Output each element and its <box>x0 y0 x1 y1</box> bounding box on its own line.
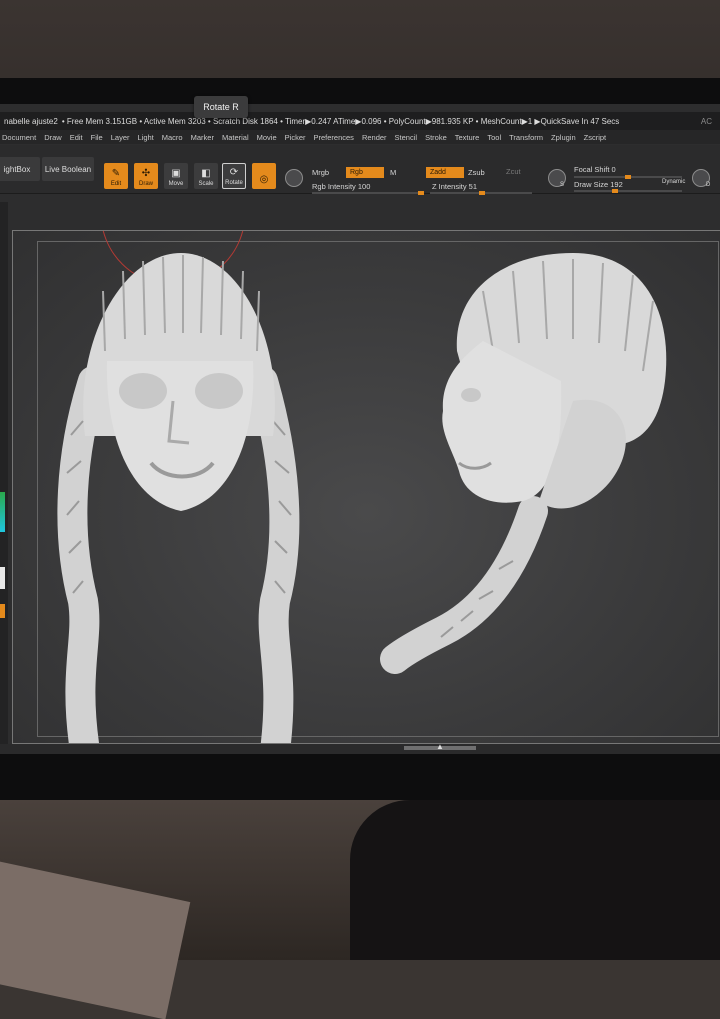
front-head-sculpt <box>57 253 300 743</box>
left-shelf <box>0 202 8 754</box>
z-intensity-knob[interactable] <box>479 191 486 195</box>
rotate-tooltip: Rotate R <box>194 96 248 118</box>
rgb-intensity-knob[interactable] <box>418 191 424 195</box>
move-label: Move <box>168 181 184 187</box>
bottom-bar <box>0 744 720 754</box>
rotate-icon: ⟳ <box>229 167 239 178</box>
title-corner-label: AC <box>700 116 712 126</box>
menu-item-light[interactable]: Light <box>138 133 154 142</box>
move-button[interactable]: ▣ Move <box>164 163 188 189</box>
draw-label: Draw <box>138 181 153 187</box>
menu-item-transform[interactable]: Transform <box>509 133 543 142</box>
rotate-label: Rotate <box>225 180 243 186</box>
dynamic-toggle[interactable]: Dynamic <box>662 179 685 185</box>
focal-shift-slider[interactable] <box>574 175 682 179</box>
scale-icon: ◧ <box>201 168 211 179</box>
material-sphere-button[interactable]: ◎ <box>252 163 276 189</box>
z-intensity-label: Z Intensity 51 <box>432 182 478 191</box>
menu-item-file[interactable]: File <box>91 133 103 142</box>
move-icon: ▣ <box>171 168 181 179</box>
main-color-swatch[interactable] <box>0 567 5 589</box>
scale-button[interactable]: ◧ Scale <box>194 163 218 189</box>
zsub-toggle[interactable]: Zsub <box>468 168 485 177</box>
focal-shift-label: Focal Shift 0 <box>574 165 616 174</box>
draw-size-label: Draw Size 192 <box>574 180 623 189</box>
menu-item-tool[interactable]: Tool <box>487 133 501 142</box>
menu-item-picker[interactable]: Picker <box>285 133 306 142</box>
menu-item-texture[interactable]: Texture <box>455 133 480 142</box>
status-text: • Free Mem 3.151GB • Active Mem 3203 • S… <box>61 116 620 126</box>
menu-bar: Document Draw Edit File Layer Light Macr… <box>0 130 720 144</box>
zcut-toggle[interactable]: Zcut <box>506 167 521 176</box>
menu-item-render[interactable]: Render <box>362 133 387 142</box>
monitor-stand <box>350 800 720 960</box>
document-canvas[interactable] <box>12 230 720 744</box>
sculpt-viewport[interactable] <box>13 231 720 743</box>
m-toggle[interactable]: M <box>390 168 396 177</box>
mrgb-toggle[interactable]: Mrgb <box>312 168 329 177</box>
lightbox-button[interactable]: ightBox <box>0 157 40 181</box>
rotate-button[interactable]: ⟳ Rotate <box>222 163 246 189</box>
menu-item-preferences[interactable]: Preferences <box>314 133 354 142</box>
draw-size-slider[interactable] <box>574 189 682 193</box>
focal-shift-knob[interactable] <box>625 175 631 179</box>
rgb-intensity-slider[interactable] <box>312 191 424 195</box>
document-title: nabelle ajuste2 <box>4 116 58 126</box>
color-picker-strip[interactable] <box>0 492 5 532</box>
z-intensity-slider[interactable] <box>430 191 532 195</box>
edit-label: Edit <box>110 181 122 187</box>
rgb-intensity-label: Rgb Intensity 100 <box>312 182 371 191</box>
menu-item-stencil[interactable]: Stencil <box>395 133 418 142</box>
menu-item-zplugin[interactable]: Zplugin <box>551 133 576 142</box>
monitor-screen: nabelle ajuste2 • Free Mem 3.151GB • Act… <box>0 104 720 754</box>
live-boolean-button[interactable]: Live Boolean <box>42 157 94 181</box>
zadd-toggle[interactable]: Zadd <box>426 167 464 178</box>
title-bar: nabelle ajuste2 • Free Mem 3.151GB • Act… <box>0 112 720 130</box>
menu-item-draw[interactable]: Draw <box>44 133 62 142</box>
menu-item-zscript[interactable]: Zscript <box>584 133 607 142</box>
draw-icon: ✣ <box>141 168 151 179</box>
side-head-sculpt <box>380 253 667 674</box>
menu-item-macro[interactable]: Macro <box>162 133 183 142</box>
rgb-toggle[interactable]: Rgb <box>346 167 384 178</box>
d-label: D <box>706 182 711 188</box>
menu-item-movie[interactable]: Movie <box>257 133 277 142</box>
menu-item-document[interactable]: Document <box>2 133 36 142</box>
draw-size-knob[interactable] <box>612 189 619 193</box>
menu-item-layer[interactable]: Layer <box>111 133 130 142</box>
draw-button[interactable]: ✣ Draw <box>134 163 158 189</box>
s-label: S <box>560 182 565 188</box>
secondary-color-swatch[interactable] <box>0 604 5 618</box>
brush-swirl-icon[interactable] <box>285 169 303 187</box>
menu-item-material[interactable]: Material <box>222 133 249 142</box>
top-shelf: ightBox Live Boolean ✎ Edit ✣ Draw ▣ Mov… <box>0 145 720 195</box>
collapse-arrow-icon[interactable]: ▲ <box>436 742 444 751</box>
menu-item-stroke[interactable]: Stroke <box>425 133 447 142</box>
edit-icon: ✎ <box>111 168 121 179</box>
sphere-icon: ◎ <box>259 174 269 185</box>
scale-label: Scale <box>198 181 214 187</box>
menu-item-marker[interactable]: Marker <box>191 133 214 142</box>
edit-button[interactable]: ✎ Edit <box>104 163 128 189</box>
menu-item-edit[interactable]: Edit <box>70 133 83 142</box>
